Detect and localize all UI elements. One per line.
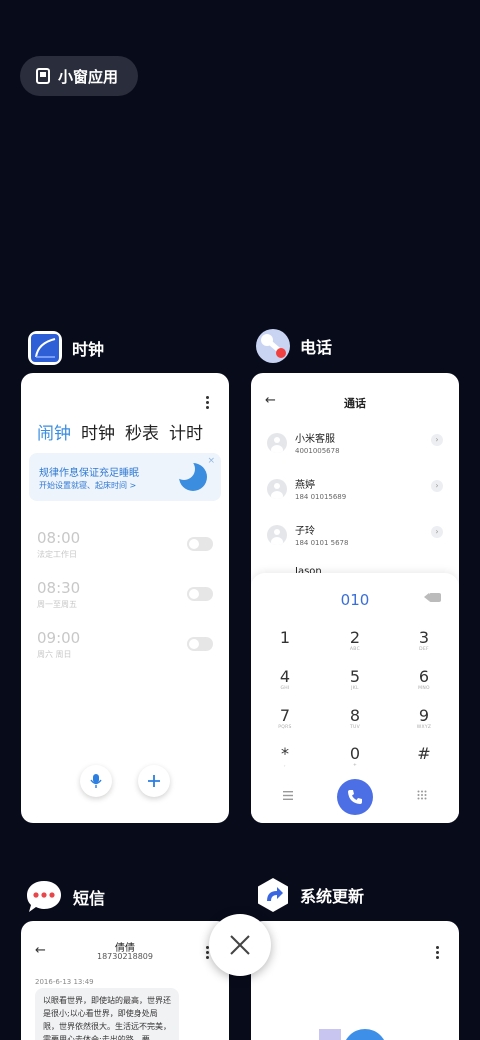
contact-number: 184 0101 5678 — [295, 539, 349, 547]
sleep-banner[interactable]: 规律作息保证充足睡眠 开始设置就寝、起床时间 > × — [29, 453, 221, 501]
chevron-right-icon[interactable]: › — [431, 480, 443, 492]
alarm-repeat: 周六 周日 — [37, 650, 72, 659]
dial-key-2[interactable]: 2 ABC — [330, 629, 380, 653]
alarm-repeat: 法定工作日 — [37, 550, 77, 559]
alarm-item[interactable]: 08:30 周一至周五 — [37, 579, 80, 610]
tab-alarm[interactable]: 闹钟 — [37, 419, 71, 444]
update-graphic-icon — [319, 1029, 385, 1040]
update-app-header[interactable]: 系统更新 — [256, 877, 364, 913]
avatar — [267, 478, 287, 499]
alarm-toggle[interactable] — [187, 537, 213, 551]
close-banner-icon[interactable]: × — [207, 456, 215, 466]
sleep-banner-subtitle[interactable]: 开始设置就寝、起床时间 > — [39, 480, 136, 491]
floating-window-icon — [36, 68, 50, 84]
sms-app-name: 短信 — [73, 889, 106, 908]
contact-name: 子玲 — [295, 526, 315, 537]
contact-name: 小米客服 — [295, 434, 335, 445]
more-options-icon[interactable] — [206, 401, 209, 404]
phone-app-header[interactable]: 电话 — [256, 329, 332, 363]
dial-key-9[interactable]: 9 WXYZ — [399, 707, 449, 731]
floating-window-label: 小窗应用 — [58, 67, 119, 86]
phone-page-title: 通话 — [344, 397, 366, 410]
dial-key-5[interactable]: 5 JKL — [330, 668, 380, 692]
avatar — [267, 524, 287, 545]
dial-key-7[interactable]: 7 PQRS — [260, 707, 310, 731]
alarm-repeat: 周一至周五 — [37, 600, 77, 609]
chevron-right-icon[interactable]: › — [431, 526, 443, 538]
tab-stopwatch[interactable]: 秒表 — [125, 419, 159, 444]
dial-key-hash[interactable]: # — [399, 745, 449, 769]
contact-item[interactable]: 子玲 184 0101 5678 › — [267, 522, 443, 547]
update-app-card[interactable] — [251, 921, 459, 1040]
alarm-item[interactable]: 09:00 周六 周日 — [37, 629, 80, 660]
tab-clock[interactable]: 时钟 — [81, 419, 115, 444]
dialpad: 010 1 2 ABC 3 DEF 4 GHI 5 JKL 6 MNO 7 PQRS 8 TU… — [251, 573, 459, 823]
avatar — [267, 432, 287, 453]
clock-app-name: 时钟 — [72, 340, 105, 359]
dialpad-grid-icon[interactable] — [417, 790, 427, 800]
alarm-toggle[interactable] — [187, 587, 213, 601]
sms-app-header[interactable]: 短信 — [25, 878, 105, 916]
contact-number: 184 01015689 — [295, 493, 347, 501]
clock-app-icon — [28, 331, 62, 365]
dial-key-6[interactable]: 6 MNO — [399, 668, 449, 692]
clock-tabs: 闹钟 时钟 秒表 计时 — [37, 419, 203, 444]
microphone-icon — [90, 774, 102, 788]
plus-icon — [148, 775, 160, 787]
voice-alarm-button[interactable] — [80, 765, 112, 797]
contact-number: 4001005678 — [295, 447, 340, 455]
backspace-icon[interactable] — [424, 593, 441, 602]
more-options-icon[interactable] — [436, 951, 439, 954]
dial-key-3[interactable]: 3 DEF — [399, 629, 449, 653]
dial-key-1[interactable]: 1 — [260, 629, 310, 653]
alarm-time: 08:30 — [37, 579, 81, 597]
add-alarm-button[interactable] — [138, 765, 170, 797]
contact-name: 燕婷 — [295, 480, 315, 491]
alarm-item[interactable]: 08:00 法定工作日 — [37, 529, 80, 560]
dial-key-0[interactable]: 0 + — [330, 745, 380, 769]
sms-contact-number: 18730218809 — [97, 952, 153, 961]
call-button[interactable] — [337, 779, 373, 815]
more-options-icon[interactable] — [206, 951, 209, 954]
phone-app-icon — [256, 329, 290, 363]
menu-icon[interactable] — [283, 791, 293, 800]
floating-window-apps-button[interactable]: 小窗应用 — [20, 56, 138, 96]
alarm-toggle[interactable] — [187, 637, 213, 651]
moon-icon — [173, 458, 207, 491]
sms-app-icon — [25, 878, 63, 916]
clock-app-header[interactable]: 时钟 — [28, 331, 104, 365]
dial-key-star[interactable]: *, — [260, 745, 310, 769]
close-icon — [230, 935, 250, 955]
contact-item[interactable]: 小米客服 4001005678 › — [267, 430, 443, 455]
alarm-time: 09:00 — [37, 629, 81, 647]
message-bubble: 以眼看世界，即使站的最高，世界还是很小;以心看世界，即使身处局限，世界依然很大。… — [35, 988, 179, 1040]
sms-app-card[interactable]: ← 倩倩 18730218809 2016-6-13 13:49 以眼看世界，即… — [21, 921, 229, 1040]
sleep-banner-title: 规律作息保证充足睡眠 — [39, 468, 139, 479]
close-all-button[interactable] — [209, 914, 271, 976]
system-update-icon — [256, 877, 290, 913]
phone-app-card[interactable]: ← 通话 小米客服 4001005678 › 燕婷 184 01015689 ›… — [251, 373, 459, 823]
update-app-name: 系统更新 — [300, 887, 365, 906]
clock-app-card[interactable]: 闹钟 时钟 秒表 计时 规律作息保证充足睡眠 开始设置就寝、起床时间 > × 0… — [21, 373, 229, 823]
dial-key-4[interactable]: 4 GHI — [260, 668, 310, 692]
dial-key-8[interactable]: 8 TUV — [330, 707, 380, 731]
chevron-right-icon[interactable]: › — [431, 434, 443, 446]
phone-app-name: 电话 — [300, 338, 333, 357]
tab-timer[interactable]: 计时 — [169, 419, 203, 444]
phone-call-icon — [348, 790, 362, 804]
alarm-time: 08:00 — [37, 529, 81, 547]
contact-item[interactable]: 燕婷 184 01015689 › — [267, 476, 443, 501]
message-timestamp: 2016-6-13 13:49 — [35, 978, 94, 986]
